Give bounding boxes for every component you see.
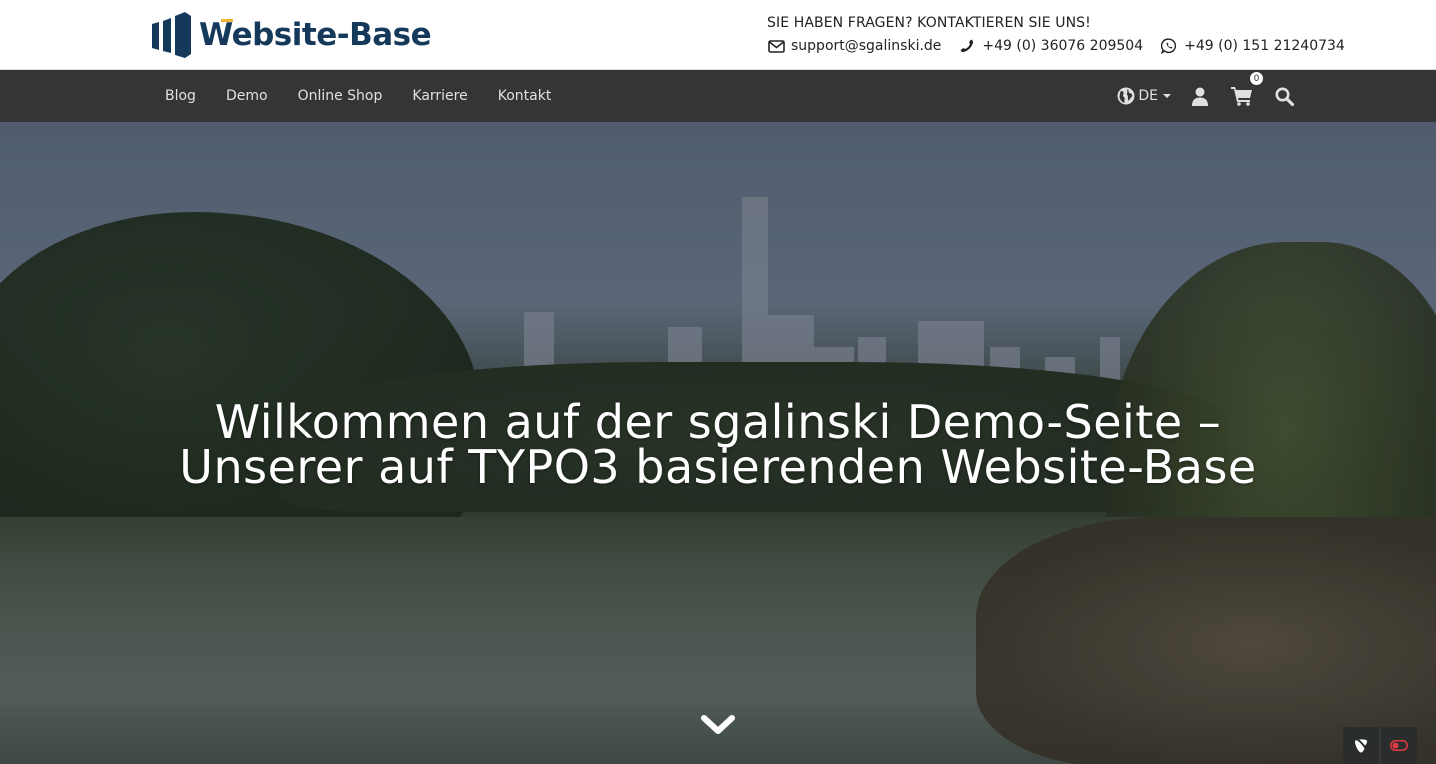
- hero-banner: Wilkommen auf der sgalinski Demo-Seite –…: [0, 122, 1436, 764]
- nav-item-kontakt[interactable]: Kontakt: [483, 70, 567, 122]
- nav-links: Blog Demo Online Shop Karriere Kontakt: [150, 70, 566, 122]
- language-selected: DE: [1138, 88, 1158, 104]
- search-button[interactable]: [1275, 87, 1294, 106]
- language-switcher[interactable]: DE: [1117, 87, 1171, 105]
- site-logo[interactable]: Website-Base: [151, 12, 432, 58]
- nav-item-online-shop[interactable]: Online Shop: [283, 70, 398, 122]
- whatsapp-link[interactable]: +49 (0) 151 21240734: [1160, 38, 1345, 54]
- contact-headline: SIE HABEN FRAGEN? KONTAKTIEREN SIE UNS!: [767, 15, 1091, 31]
- email-link[interactable]: support@sgalinski.de: [767, 38, 941, 54]
- nav-item-blog[interactable]: Blog: [150, 70, 211, 122]
- hero-title-line-2: Unserer auf TYPO3 basierenden Website-Ba…: [179, 440, 1257, 494]
- toggle-off-icon: [1390, 740, 1408, 751]
- search-icon: [1275, 87, 1294, 106]
- nav-item-demo[interactable]: Demo: [211, 70, 283, 122]
- cart-icon: [1231, 87, 1252, 106]
- account-button[interactable]: [1191, 87, 1209, 106]
- globe-icon: [1117, 87, 1135, 105]
- chevron-down-icon: [701, 715, 735, 734]
- logo-bars-icon: [152, 12, 191, 58]
- hero-title: Wilkommen auf der sgalinski Demo-Seite –…: [0, 399, 1436, 490]
- typo3-button[interactable]: [1343, 727, 1379, 764]
- typo3-icon: [1355, 738, 1367, 752]
- main-navbar: Blog Demo Online Shop Karriere Kontakt D…: [0, 70, 1436, 122]
- envelope-icon: [767, 38, 785, 54]
- whatsapp-icon: [1160, 38, 1178, 54]
- email-text: support@sgalinski.de: [791, 38, 942, 54]
- contact-row: support@sgalinski.de +49 (0) 36076 20950…: [767, 34, 1345, 58]
- phone-text: +49 (0) 36076 209504: [982, 38, 1144, 54]
- logo-text: Website-Base: [199, 17, 432, 53]
- nav-item-karriere[interactable]: Karriere: [397, 70, 482, 122]
- cookie-toggle-button[interactable]: [1380, 727, 1417, 764]
- scroll-down-button[interactable]: [700, 712, 736, 738]
- user-icon: [1192, 87, 1208, 106]
- whatsapp-text: +49 (0) 151 21240734: [1184, 38, 1345, 54]
- phone-link[interactable]: +49 (0) 36076 209504: [958, 38, 1143, 54]
- cart-count-badge: 0: [1249, 71, 1264, 86]
- nav-tools: DE 0: [1117, 70, 1294, 122]
- logo-accent: [221, 19, 233, 22]
- phone-icon: [958, 38, 976, 54]
- caret-down-icon: [1163, 94, 1171, 98]
- top-header: Website-Base SIE HABEN FRAGEN? KONTAKTIE…: [0, 0, 1436, 70]
- cart-button[interactable]: 0: [1231, 71, 1264, 106]
- contact-block: SIE HABEN FRAGEN? KONTAKTIEREN SIE UNS! …: [767, 13, 1345, 58]
